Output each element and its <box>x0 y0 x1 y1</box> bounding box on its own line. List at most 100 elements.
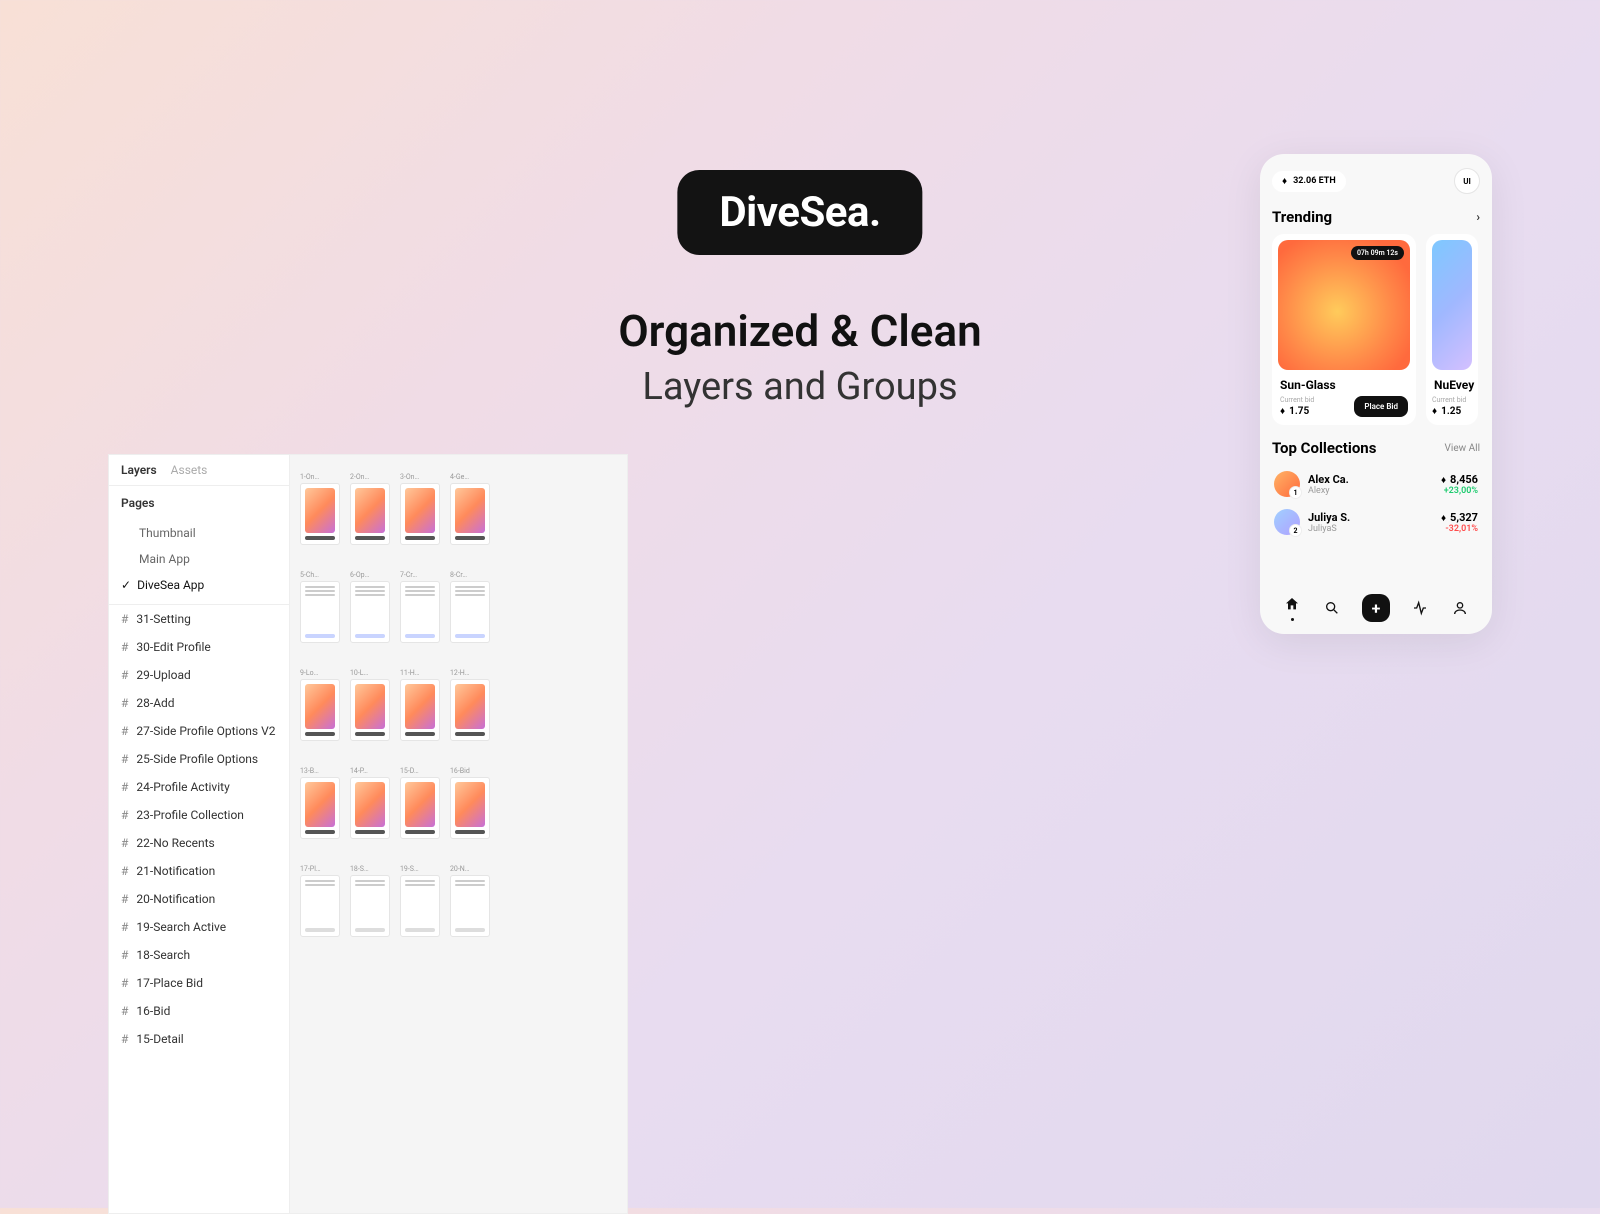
tab-profile[interactable] <box>1450 598 1470 618</box>
tabbar: + <box>1272 594 1480 622</box>
thumb-frame <box>450 679 490 741</box>
chevron-right-icon[interactable]: › <box>1476 210 1480 224</box>
nft-card[interactable]: NuEvey Current bid 1.25 <box>1426 234 1478 425</box>
tab-activity[interactable] <box>1410 598 1430 618</box>
collection-user: JuliyaS <box>1308 524 1433 534</box>
thumb-label: 6-Op… <box>350 571 390 579</box>
collection-row[interactable]: 2 Juliya S.JuliyaS 5,327-32,01% <box>1272 503 1480 541</box>
eth-icon <box>1441 511 1448 524</box>
nft-image: 07h 09m 12s <box>1278 240 1410 370</box>
collection-avatar: 2 <box>1274 509 1300 535</box>
canvas-thumb[interactable]: 4-Ge… <box>450 473 490 545</box>
frame-icon: # <box>121 808 128 822</box>
collection-row[interactable]: 1Alex Ca.Alexy8,456+23,00% <box>1272 465 1480 503</box>
tab-assets[interactable]: Assets <box>171 463 208 477</box>
trending-header: Trending › <box>1272 208 1480 226</box>
thumb-frame <box>450 581 490 643</box>
canvas-thumb[interactable]: 1-On… <box>300 473 340 545</box>
pages-label: Pages <box>121 496 155 510</box>
tab-layers[interactable]: Layers <box>121 463 157 477</box>
canvas-thumb[interactable]: 11-H… <box>400 669 440 741</box>
tab-home[interactable] <box>1282 598 1302 618</box>
figma-canvas[interactable]: 1-On… 2-On…3-On…4-Ge… 5-Ch… 6-Op… 7-Cr…8-Cr…… <box>289 455 627 1213</box>
logo-badge: DiveSea. <box>677 170 922 255</box>
frame-icon: # <box>121 976 128 990</box>
canvas-row: 13-B…14-P…15-D…16-Bid <box>290 763 627 843</box>
thumb-label: 10-L… <box>350 669 390 677</box>
collection-amount: 5,327 <box>1441 511 1478 524</box>
canvas-thumb[interactable]: 18-S… <box>350 865 390 937</box>
canvas-thumb[interactable]: 9-Lo… <box>300 669 340 741</box>
collection-info: Juliya S.JuliyaS <box>1308 511 1433 534</box>
collection-user: Alexy <box>1308 486 1433 496</box>
tab-search[interactable] <box>1322 598 1342 618</box>
view-all-link[interactable]: View All <box>1445 443 1480 454</box>
frame-label: 21-Notification <box>136 864 215 878</box>
thumb-frame <box>350 581 390 643</box>
avatar[interactable]: UI <box>1454 168 1480 194</box>
phone-header: 32.06 ETH UI <box>1272 168 1480 194</box>
canvas-thumb[interactable]: 5-Ch… <box>300 571 340 643</box>
thumb-label: 1-On… <box>300 473 340 481</box>
thumb-frame <box>300 679 340 741</box>
collections-list: 1Alex Ca.Alexy8,456+23,00%2Juliya S.Juli… <box>1272 465 1480 541</box>
canvas-thumb[interactable]: 13-B… <box>300 767 340 839</box>
thumb-frame <box>300 483 340 545</box>
frame-label: 22-No Recents <box>136 836 214 850</box>
rank-badge: 2 <box>1289 524 1302 537</box>
frame-icon: # <box>121 892 128 906</box>
canvas-thumb[interactable]: 10-L… <box>350 669 390 741</box>
canvas-thumb[interactable]: 16-Bid <box>450 767 490 839</box>
thumb-label: 18-S… <box>350 865 390 873</box>
balance-value: 32.06 ETH <box>1293 176 1336 186</box>
nft-title: Sun-Glass <box>1280 378 1408 392</box>
canvas-thumb[interactable]: 7-Cr… <box>400 571 440 643</box>
thumb-frame <box>450 777 490 839</box>
thumb-frame <box>450 875 490 937</box>
nft-card[interactable]: 07h 09m 12s Sun-Glass Current bid 1.75 P… <box>1272 234 1416 425</box>
eth-icon <box>1432 406 1439 417</box>
canvas-thumb[interactable]: 20-N… <box>450 865 490 937</box>
collection-amount: 8,456 <box>1441 473 1478 486</box>
eth-icon <box>1441 473 1448 486</box>
active-dot <box>1291 618 1294 621</box>
collection-info: Alex Ca.Alexy <box>1308 473 1433 496</box>
canvas-thumb[interactable]: 15-D… <box>400 767 440 839</box>
canvas-row: 1-On… 2-On…3-On…4-Ge… <box>290 469 627 549</box>
thumb-label: 5-Ch… <box>300 571 340 579</box>
tab-add[interactable]: + <box>1362 594 1390 622</box>
frame-label: 17-Place Bid <box>136 976 203 990</box>
bid-amount: 1.75 <box>1289 406 1309 417</box>
balance-pill[interactable]: 32.06 ETH <box>1272 171 1346 192</box>
place-bid-button[interactable]: Place Bid <box>1354 396 1408 417</box>
thumb-frame <box>350 679 390 741</box>
thumb-label: 17-Pl… <box>300 865 340 873</box>
thumb-frame <box>400 581 440 643</box>
canvas-row: 5-Ch… 6-Op… 7-Cr…8-Cr… <box>290 567 627 647</box>
canvas-thumb[interactable]: 17-Pl… <box>300 865 340 937</box>
canvas-thumb[interactable]: 6-Op… <box>350 571 390 643</box>
canvas-thumb[interactable]: 8-Cr… <box>450 571 490 643</box>
collection-stats: 5,327-32,01% <box>1441 511 1478 534</box>
canvas-thumb[interactable]: 19-S… <box>400 865 440 937</box>
phone-mockup: 32.06 ETH UI Trending › 07h 09m 12s Sun-… <box>1260 154 1492 634</box>
canvas-thumb[interactable]: 3-On… <box>400 473 440 545</box>
canvas-row: 17-Pl… 18-S… 19-S…20-N… <box>290 861 627 941</box>
rank-badge: 1 <box>1289 486 1302 499</box>
nft-image <box>1432 240 1472 370</box>
countdown-timer: 07h 09m 12s <box>1351 246 1404 260</box>
nft-title: NuEvey <box>1434 378 1470 392</box>
frame-label: 19-Search Active <box>136 920 226 934</box>
bid-value: 1.25 <box>1432 406 1472 417</box>
thumb-frame <box>450 483 490 545</box>
canvas-thumb[interactable]: 2-On… <box>350 473 390 545</box>
frame-label: 24-Profile Activity <box>136 780 229 794</box>
thumb-frame <box>300 875 340 937</box>
frame-icon: # <box>121 780 128 794</box>
canvas-thumb[interactable]: 14-P… <box>350 767 390 839</box>
frame-icon: # <box>121 948 128 962</box>
canvas-thumb[interactable]: 12-H… <box>450 669 490 741</box>
thumb-frame <box>400 483 440 545</box>
frame-icon: # <box>121 920 128 934</box>
collections-title: Top Collections <box>1272 439 1376 457</box>
